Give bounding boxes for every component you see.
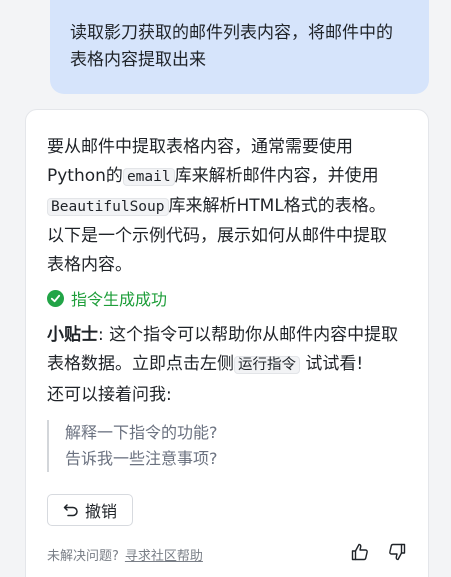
user-message-text: 读取影刀获取的邮件列表内容，将邮件中的表格内容提取出来 (70, 23, 393, 70)
suggestion-item[interactable]: 解释一下指令的功能? (65, 420, 218, 446)
code-email: email (122, 168, 175, 186)
success-text: 指令生成成功 (71, 290, 168, 309)
tip-block: 小贴士: 这个指令可以帮助你从邮件内容中提取 表格数据。立即点击左侧 运行指令 试… (47, 321, 419, 380)
undo-icon (63, 504, 78, 517)
suggestion-item[interactable]: 告诉我一些注意事项? (65, 446, 218, 472)
ask-more-label: 还可以接着问我: (47, 385, 172, 405)
answer-after-email: 库来解析邮件内容，并使用 (174, 166, 379, 186)
check-circle-icon (47, 289, 64, 307)
user-message-bubble: 读取影刀获取的邮件列表内容，将邮件中的表格内容提取出来 (50, 0, 429, 94)
code-beautifulsoup: BeautifulSoup (47, 198, 169, 216)
undo-label: 撤销 (84, 502, 117, 521)
answer-line-4: 以下是一个示例代码，展示如何从邮件中提取 (47, 226, 387, 246)
answer-line-5: 表格内容。 (47, 255, 132, 275)
answer-python-prefix: Python的 (47, 166, 123, 186)
answer-line-1: 要从邮件中提取表格内容，通常需要使用 (47, 137, 353, 157)
community-help-link[interactable]: 寻求社区帮助 (125, 549, 203, 564)
suggestion-list: 解释一下指令的功能? 告诉我一些注意事项? (47, 420, 218, 472)
undo-button[interactable]: 撤销 (47, 494, 133, 526)
tip-text-1: : 这个指令可以帮助你从邮件内容中提取 (98, 325, 399, 345)
answer-after-bs: 库来解析HTML格式的表格。 (168, 196, 386, 216)
tip-text-3: 试试看! (300, 354, 364, 374)
thumb-up-icon[interactable] (350, 542, 370, 562)
tip-label: 小贴士 (47, 325, 98, 345)
assistant-answer-card: 要从邮件中提取表格内容，通常需要使用 Python的 email 库来解析邮件内容，… (25, 109, 429, 577)
thumb-down-icon[interactable] (387, 542, 407, 562)
answer-text: 要从邮件中提取表格内容，通常需要使用 Python的 email 库来解析邮件内容，… (47, 133, 419, 280)
footer-question: 未解决问题? (47, 549, 119, 564)
code-run-command: 运行指令 (234, 356, 300, 374)
tip-text-2: 表格数据。立即点击左侧 (47, 354, 234, 374)
feedback-footer: 未解决问题? 寻求社区帮助 (47, 545, 203, 564)
success-status: 指令生成成功 (47, 286, 167, 310)
